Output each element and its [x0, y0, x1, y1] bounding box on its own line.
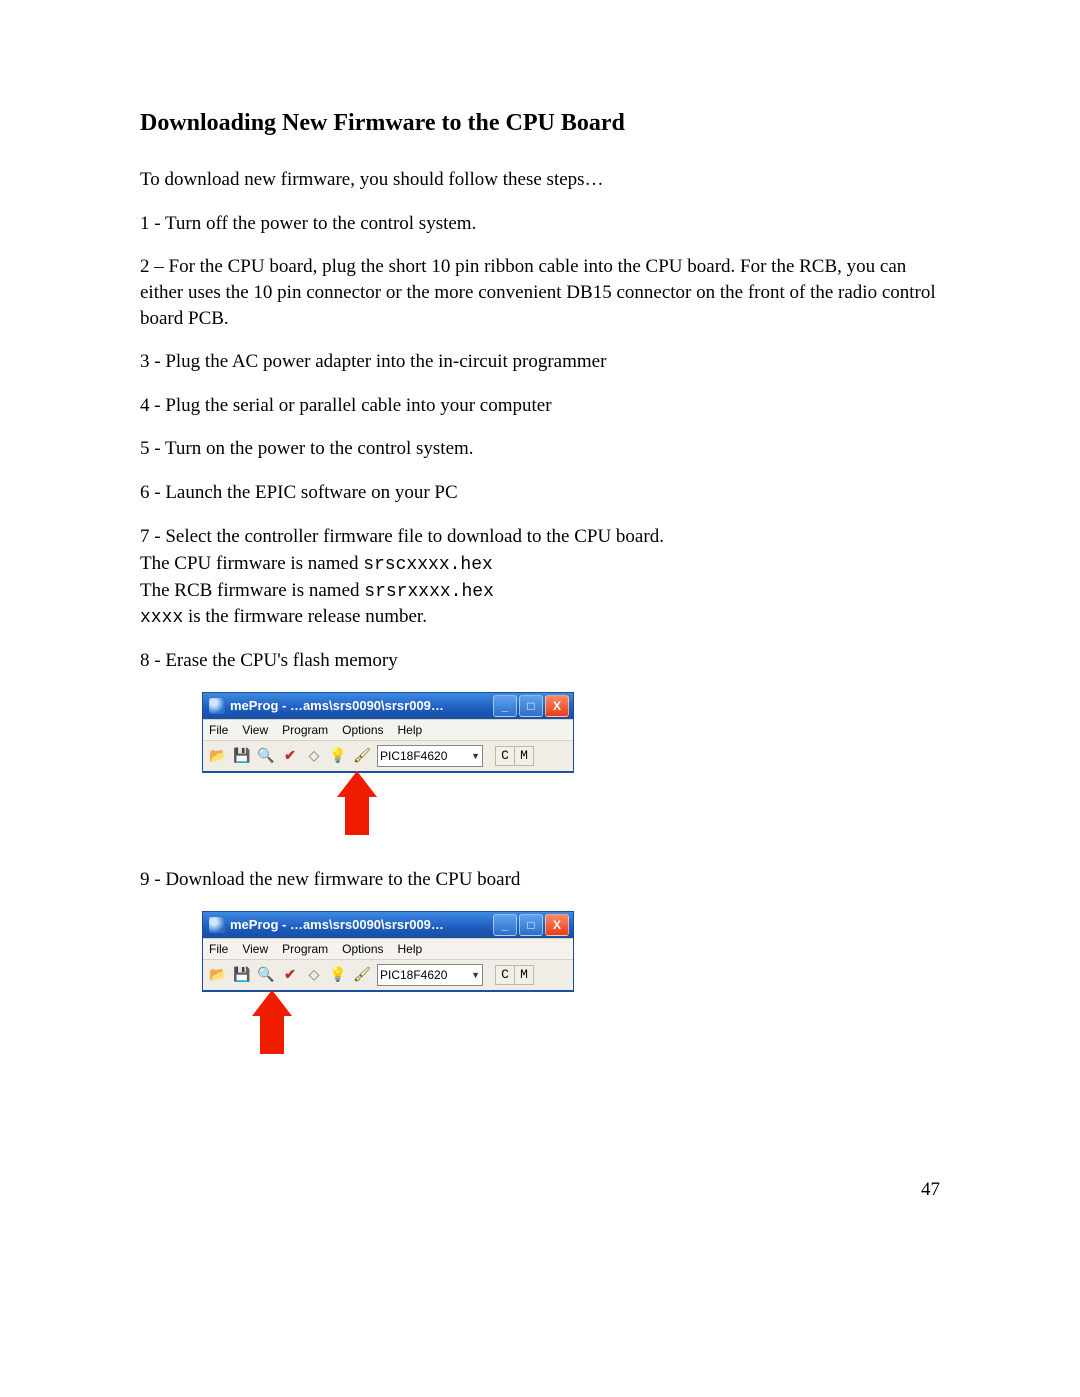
menu-program[interactable]: Program [282, 723, 328, 737]
chevron-down-icon: ▼ [471, 751, 480, 761]
m-button[interactable]: M [514, 966, 533, 984]
verify-icon[interactable]: ✔ [281, 966, 299, 984]
close-button[interactable]: X [545, 914, 569, 936]
titlebar: meProg - …ams\srs0090\srsr009… _ □ X [203, 693, 573, 719]
step-9: 9 - Download the new firmware to the CPU… [140, 867, 940, 893]
maximize-button[interactable]: □ [519, 695, 543, 717]
pointer-arrow-icon [252, 990, 292, 1054]
step-7a: The CPU firmware is named srscxxxx.hex [140, 551, 940, 577]
titlebar: meProg - …ams\srs0090\srsr009… _ □ X [203, 912, 573, 938]
screenshot-erase: meProg - …ams\srs0090\srsr009… _ □ X Fil… [202, 692, 940, 837]
device-select[interactable]: PIC18F4620 ▼ [377, 745, 483, 767]
chevron-down-icon: ▼ [471, 970, 480, 980]
toolbar: 📂 💾 🔍 ✔ ◇ 💡 🖌 PIC18F4620 ▼ C M [203, 960, 573, 991]
menu-file[interactable]: File [209, 723, 228, 737]
release-placeholder: xxxx [140, 608, 183, 628]
open-icon[interactable]: 📂 [209, 747, 227, 765]
app-window: meProg - …ams\srs0090\srsr009… _ □ X Fil… [202, 911, 574, 992]
step-3: 3 - Plug the AC power adapter into the i… [140, 349, 940, 375]
menubar: File View Program Options Help [203, 938, 573, 960]
cm-group: C M [495, 965, 534, 985]
page-number: 47 [921, 1179, 940, 1201]
rcb-firmware-name: srsrxxxx.hex [364, 582, 494, 602]
app-icon [209, 917, 225, 933]
step-7b: The RCB firmware is named srsrxxxx.hex [140, 578, 940, 604]
menu-options[interactable]: Options [342, 942, 383, 956]
pointer-arrow-icon [337, 771, 377, 835]
m-button[interactable]: M [514, 747, 533, 765]
erase-icon[interactable]: ◇ [305, 747, 323, 765]
device-value: PIC18F4620 [380, 968, 447, 982]
maximize-button[interactable]: □ [519, 914, 543, 936]
toolbar: 📂 💾 🔍 ✔ ◇ 💡 🖌 PIC18F4620 ▼ C M [203, 741, 573, 772]
menu-options[interactable]: Options [342, 723, 383, 737]
save-icon[interactable]: 💾 [233, 966, 251, 984]
bulb-icon[interactable]: 💡 [329, 966, 347, 984]
minimize-button[interactable]: _ [493, 695, 517, 717]
step-6: 6 - Launch the EPIC software on your PC [140, 480, 940, 506]
step-7b-text: The RCB firmware is named [140, 580, 364, 601]
app-window: meProg - …ams\srs0090\srsr009… _ □ X Fil… [202, 692, 574, 773]
step-7c: xxxx is the firmware release number. [140, 604, 940, 630]
c-button[interactable]: C [496, 966, 514, 984]
step-8: 8 - Erase the CPU's flash memory [140, 648, 940, 674]
menu-file[interactable]: File [209, 942, 228, 956]
program-icon[interactable]: 🖌 [353, 966, 371, 984]
erase-icon[interactable]: ◇ [305, 966, 323, 984]
page-heading: Downloading New Firmware to the CPU Boar… [140, 110, 940, 137]
step-2: 2 – For the CPU board, plug the short 10… [140, 254, 940, 331]
cm-group: C M [495, 746, 534, 766]
step-1: 1 - Turn off the power to the control sy… [140, 211, 940, 237]
inspect-icon[interactable]: 🔍 [257, 966, 275, 984]
close-button[interactable]: X [545, 695, 569, 717]
step-4: 4 - Plug the serial or parallel cable in… [140, 393, 940, 419]
cpu-firmware-name: srscxxxx.hex [363, 555, 493, 575]
menu-view[interactable]: View [242, 723, 268, 737]
window-title: meProg - …ams\srs0090\srsr009… [230, 698, 493, 713]
minimize-button[interactable]: _ [493, 914, 517, 936]
device-value: PIC18F4620 [380, 749, 447, 763]
menu-view[interactable]: View [242, 942, 268, 956]
app-icon [209, 698, 225, 714]
device-select[interactable]: PIC18F4620 ▼ [377, 964, 483, 986]
inspect-icon[interactable]: 🔍 [257, 747, 275, 765]
step-7c-text: is the firmware release number. [183, 606, 427, 627]
menu-program[interactable]: Program [282, 942, 328, 956]
screenshot-download: meProg - …ams\srs0090\srsr009… _ □ X Fil… [202, 911, 940, 1056]
verify-icon[interactable]: ✔ [281, 747, 299, 765]
intro-text: To download new firmware, you should fol… [140, 167, 940, 193]
menu-help[interactable]: Help [398, 723, 423, 737]
save-icon[interactable]: 💾 [233, 747, 251, 765]
step-5: 5 - Turn on the power to the control sys… [140, 436, 940, 462]
open-icon[interactable]: 📂 [209, 966, 227, 984]
step-7: 7 - Select the controller firmware file … [140, 524, 940, 550]
step-7a-text: The CPU firmware is named [140, 553, 363, 574]
bulb-icon[interactable]: 💡 [329, 747, 347, 765]
window-title: meProg - …ams\srs0090\srsr009… [230, 917, 493, 932]
program-icon[interactable]: 🖌 [353, 747, 371, 765]
menubar: File View Program Options Help [203, 719, 573, 741]
menu-help[interactable]: Help [398, 942, 423, 956]
c-button[interactable]: C [496, 747, 514, 765]
